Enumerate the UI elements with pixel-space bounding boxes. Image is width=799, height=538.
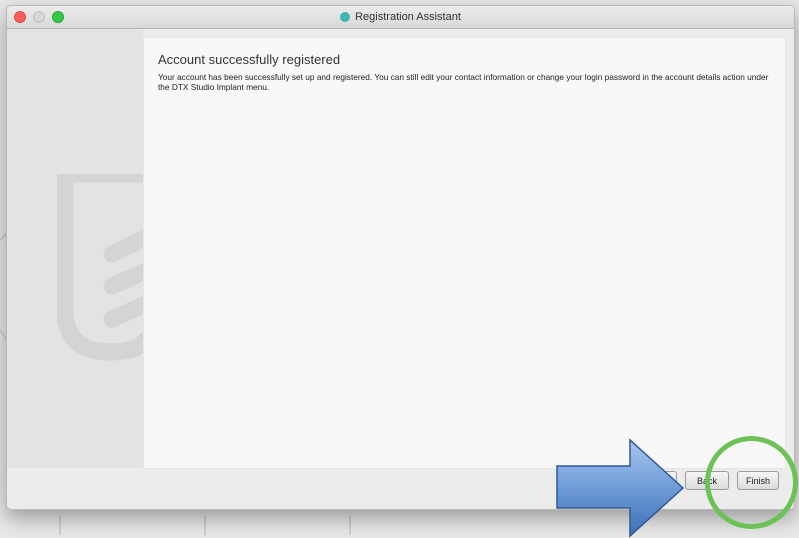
window-title-wrap: Registration Assistant	[7, 6, 794, 28]
circle-annotation-icon	[705, 436, 798, 529]
registration-window: Registration Assistant Account successfu…	[6, 5, 795, 510]
arrow-annotation-icon	[556, 438, 685, 538]
app-icon	[340, 12, 351, 22]
body-text: Your account has been successfully set u…	[158, 72, 769, 92]
page-heading: Account successfully registered	[158, 52, 341, 67]
title-bar[interactable]: Registration Assistant	[7, 6, 794, 29]
content-panel: Account successfully registered Your acc…	[143, 37, 786, 469]
window-title: Registration Assistant	[355, 11, 461, 23]
